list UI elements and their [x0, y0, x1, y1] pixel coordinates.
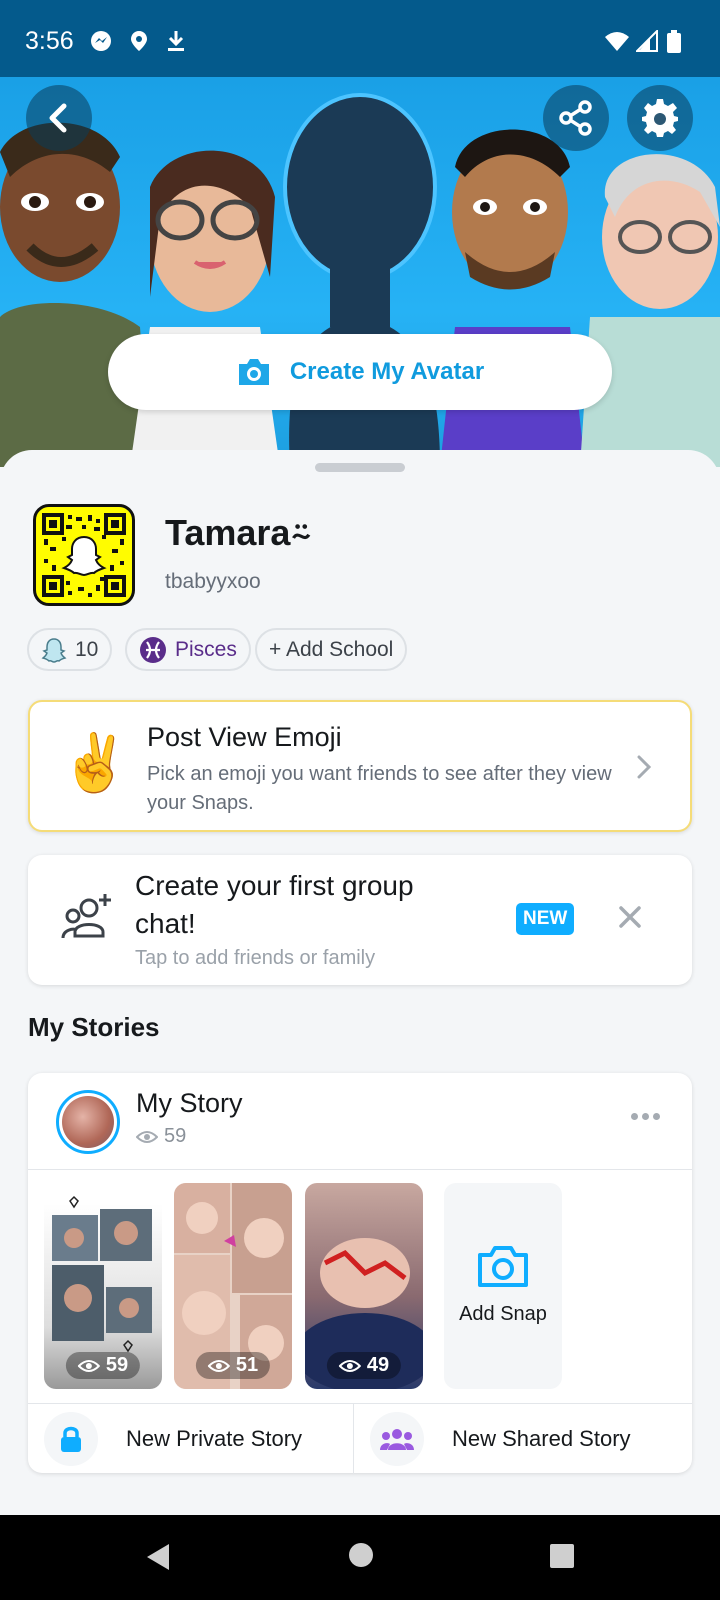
snap-view-count: 51	[235, 1354, 259, 1376]
zodiac-pill[interactable]: Pisces	[125, 628, 251, 671]
divider	[28, 1169, 692, 1170]
new-private-story-label: New Private Story	[126, 1426, 303, 1451]
avatar-hero-banner: Create My Avatar	[0, 77, 720, 467]
signal-icon	[636, 30, 658, 52]
username: tbabyyxoo	[165, 570, 261, 593]
divider	[353, 1404, 354, 1474]
chevron-right-icon	[637, 755, 652, 779]
nav-back-icon[interactable]	[145, 1542, 171, 1572]
gear-icon	[642, 99, 678, 137]
share-icon	[559, 100, 592, 136]
new-private-story-button[interactable]: New Private Story	[44, 1404, 302, 1474]
victory-hand-emoji: ✌️	[60, 731, 130, 794]
pisces-icon	[140, 636, 166, 663]
create-avatar-button[interactable]: Create My Avatar	[108, 334, 612, 410]
back-button[interactable]	[26, 85, 92, 151]
story-snap-thumbnail[interactable]: 49	[305, 1183, 423, 1389]
location-icon	[131, 31, 147, 51]
snapcode-qr	[42, 513, 126, 597]
my-story-avatar[interactable]	[56, 1090, 120, 1154]
nav-home-icon[interactable]	[348, 1542, 374, 1568]
new-shared-story-button[interactable]: New Shared Story	[370, 1404, 631, 1474]
eye-icon	[338, 1359, 361, 1372]
wifi-icon	[605, 32, 629, 51]
my-story-title[interactable]: My Story	[136, 1088, 243, 1119]
battery-icon	[667, 30, 681, 53]
camera-icon	[238, 359, 269, 385]
camera-icon	[478, 1246, 528, 1287]
my-story-card: My Story 59 59 51 49 Add Snap New Privat…	[28, 1073, 692, 1474]
eye-icon	[136, 1130, 158, 1143]
close-icon[interactable]	[618, 905, 642, 929]
post-view-emoji-card[interactable]: ✌️ Post View Emoji Pick an emoji you wan…	[28, 700, 692, 832]
android-nav-bar	[0, 1515, 720, 1600]
create-avatar-label: Create My Avatar	[289, 358, 485, 385]
new-badge: NEW	[516, 903, 575, 935]
post-view-emoji-subtitle: Pick an emoji you want friends to see af…	[147, 763, 612, 814]
add-friends-icon	[61, 894, 111, 939]
nav-recents-icon[interactable]	[549, 1543, 575, 1569]
my-story-view-count: 59	[164, 1125, 187, 1147]
add-school-pill[interactable]: + Add School	[255, 628, 408, 671]
group-chat-card[interactable]: Create your first group chat! Tap to add…	[28, 855, 692, 985]
eye-icon	[77, 1359, 100, 1372]
add-snap-label: Add Snap	[459, 1303, 547, 1325]
drag-handle[interactable]	[315, 463, 405, 472]
zodiac-label: Pisces	[175, 637, 237, 661]
display-name: Tamara⍨	[165, 512, 313, 553]
story-snap-thumbnail[interactable]: 59	[44, 1183, 162, 1389]
post-view-emoji-title: Post View Emoji	[147, 722, 342, 752]
group-chat-title: Create your first group chat!	[135, 870, 414, 939]
snap-view-count: 49	[366, 1354, 390, 1376]
my-story-views: 59	[136, 1125, 186, 1148]
messenger-icon	[91, 31, 111, 51]
snapcode[interactable]	[33, 504, 135, 606]
group-icon	[380, 1429, 414, 1450]
share-profile-button[interactable]	[543, 85, 609, 151]
download-icon	[168, 31, 184, 51]
story-actions-bar: New Private Story New Shared Story	[28, 1403, 692, 1474]
settings-button[interactable]	[627, 85, 693, 151]
lock-icon	[61, 1426, 81, 1452]
eye-icon	[207, 1359, 230, 1372]
group-chat-subtitle: Tap to add friends or family	[135, 947, 376, 969]
story-snap-thumbnail[interactable]: 51	[174, 1183, 292, 1389]
snap-views-badge: 51	[195, 1352, 271, 1379]
new-shared-story-label: New Shared Story	[452, 1426, 631, 1451]
more-options-button[interactable]	[631, 1113, 660, 1120]
snap-views-badge: 59	[65, 1352, 141, 1379]
snap-view-count: 59	[105, 1354, 129, 1376]
add-snap-button[interactable]: Add Snap	[444, 1183, 562, 1389]
my-stories-heading: My Stories	[28, 1012, 160, 1042]
snap-score-label: 10	[75, 637, 99, 661]
snap-views-badge: 49	[326, 1352, 402, 1379]
status-bar: 3:56	[0, 0, 720, 77]
add-school-label: + Add School	[269, 637, 394, 661]
status-time: 3:56	[25, 27, 74, 55]
snap-score-pill[interactable]: 10	[27, 628, 113, 671]
profile-sheet: Tamara⍨ tbabyyxoo 10 Pisces + Add School…	[0, 450, 720, 1515]
chevron-left-icon	[49, 103, 67, 133]
snap-score-icon	[41, 637, 67, 663]
